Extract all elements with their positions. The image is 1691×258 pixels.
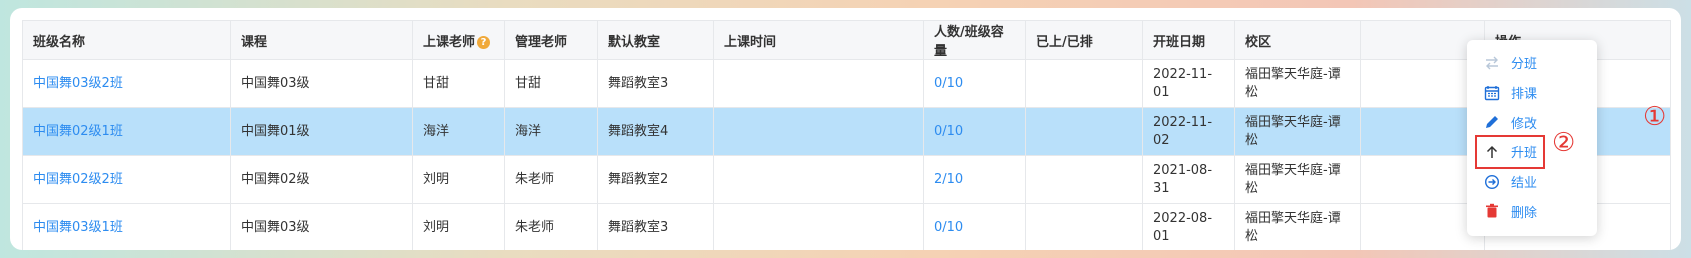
table-row: 中国舞03级2班 中国舞03级 甘甜 甘甜 舞蹈教室3 0/10 2022-11… — [22, 59, 1671, 108]
status-cell — [1360, 59, 1485, 108]
trash-icon — [1483, 202, 1501, 220]
campus-cell: 福田擎天华庭-谭松 — [1234, 203, 1361, 250]
header-manager: 管理老师 — [504, 20, 598, 60]
room-cell: 舞蹈教室2 — [597, 155, 714, 204]
exit-circle-icon — [1483, 173, 1501, 191]
manager-cell: 甘甜 — [504, 59, 598, 108]
start-date-cell: 2022-11-01 — [1142, 59, 1235, 108]
status-cell — [1360, 203, 1485, 250]
status-cell — [1360, 107, 1485, 156]
header-class-name: 班级名称 — [22, 20, 231, 60]
class-name-link[interactable]: 中国舞02级2班 — [33, 172, 123, 187]
table-row: 中国舞03级1班 中国舞03级 刘明 朱老师 舞蹈教室3 0/10 2022-0… — [22, 203, 1671, 250]
pencil-icon — [1483, 113, 1501, 131]
menu-item-delete[interactable]: 删除 — [1467, 196, 1597, 226]
calendar-icon — [1483, 84, 1501, 102]
class-name-link[interactable]: 中国舞03级2班 — [33, 76, 123, 91]
header-time: 上课时间 — [713, 20, 924, 60]
menu-item-label: 删除 — [1511, 205, 1538, 221]
header-status — [1360, 20, 1485, 60]
time-cell — [713, 155, 924, 204]
course-cell: 中国舞02级 — [230, 155, 413, 204]
course-cell: 中国舞03级 — [230, 203, 413, 250]
status-cell — [1360, 155, 1485, 204]
swap-arrows-icon — [1483, 54, 1501, 72]
start-date-cell: 2021-08-31 — [1142, 155, 1235, 204]
table-header: 班级名称 课程 上课老师? 管理老师 默认教室 上课时间 人数/班级容量 已上/… — [22, 20, 1671, 60]
capacity-link[interactable]: 0/10 — [934, 76, 963, 91]
time-cell — [713, 203, 924, 250]
time-cell — [713, 107, 924, 156]
room-cell: 舞蹈教室3 — [597, 59, 714, 108]
header-teacher-label: 上课老师 — [423, 34, 476, 50]
progress-cell — [1025, 155, 1143, 204]
menu-item-edit[interactable]: 修改 — [1467, 107, 1597, 137]
header-room: 默认教室 — [597, 20, 714, 60]
course-cell: 中国舞01级 — [230, 107, 413, 156]
time-cell — [713, 59, 924, 108]
progress-cell — [1025, 203, 1143, 250]
teacher-cell: 刘明 — [412, 203, 505, 250]
class-name-link[interactable]: 中国舞02级1班 — [33, 124, 123, 139]
menu-item-label: 排课 — [1511, 87, 1538, 103]
step-marker-2: ② — [1552, 128, 1576, 158]
help-icon[interactable]: ? — [477, 35, 491, 49]
manager-cell: 朱老师 — [504, 203, 598, 250]
progress-cell — [1025, 107, 1143, 156]
step-marker-1: ① — [1643, 102, 1667, 132]
class-list-card: 班级名称 课程 上课老师? 管理老师 默认教室 上课时间 人数/班级容量 已上/… — [10, 8, 1681, 250]
teacher-cell: 甘甜 — [412, 59, 505, 108]
room-cell: 舞蹈教室4 — [597, 107, 714, 156]
manager-cell: 朱老师 — [504, 155, 598, 204]
header-teacher: 上课老师? — [412, 20, 505, 60]
menu-item-schedule[interactable]: 排课 — [1467, 78, 1597, 108]
capacity-link[interactable]: 2/10 — [934, 172, 963, 187]
menu-item-divide-class[interactable]: 分班 — [1467, 48, 1597, 78]
campus-cell: 福田擎天华庭-谭松 — [1234, 107, 1361, 156]
capacity-link[interactable]: 0/10 — [934, 220, 963, 235]
room-cell: 舞蹈教室3 — [597, 203, 714, 250]
menu-item-graduate[interactable]: 结业 — [1467, 167, 1597, 197]
menu-item-label: 修改 — [1511, 116, 1538, 132]
teacher-cell: 海洋 — [412, 107, 505, 156]
table-row: 中国舞02级2班 中国舞02级 刘明 朱老师 舞蹈教室2 2/10 2021-0… — [22, 155, 1671, 204]
header-progress: 已上/已排 — [1025, 20, 1143, 60]
table-row-selected: 中国舞02级1班 中国舞01级 海洋 海洋 舞蹈教室4 0/10 2022-11… — [22, 107, 1671, 156]
manager-cell: 海洋 — [504, 107, 598, 156]
class-table: 班级名称 课程 上课老师? 管理老师 默认教室 上课时间 人数/班级容量 已上/… — [22, 20, 1671, 250]
header-start-date: 开班日期 — [1142, 20, 1235, 60]
menu-item-label: 结业 — [1511, 176, 1538, 192]
menu-item-label: 升班 — [1511, 146, 1538, 162]
campus-cell: 福田擎天华庭-谭松 — [1234, 155, 1361, 204]
campus-cell: 福田擎天华庭-谭松 — [1234, 59, 1361, 108]
course-cell: 中国舞03级 — [230, 59, 413, 108]
start-date-cell: 2022-11-02 — [1142, 107, 1235, 156]
arrow-up-icon — [1483, 143, 1501, 161]
progress-cell — [1025, 59, 1143, 108]
header-course: 课程 — [230, 20, 413, 60]
header-campus: 校区 — [1234, 20, 1361, 60]
class-name-link[interactable]: 中国舞03级1班 — [33, 220, 123, 235]
teacher-cell: 刘明 — [412, 155, 505, 204]
header-capacity: 人数/班级容量 — [923, 20, 1026, 60]
menu-item-label: 分班 — [1511, 57, 1538, 73]
actions-menu: 分班 排课 修改 升班 结业 删除 — [1467, 40, 1597, 236]
start-date-cell: 2022-08-01 — [1142, 203, 1235, 250]
menu-item-promote-class[interactable]: 升班 — [1475, 135, 1545, 169]
capacity-link[interactable]: 0/10 — [934, 124, 963, 139]
